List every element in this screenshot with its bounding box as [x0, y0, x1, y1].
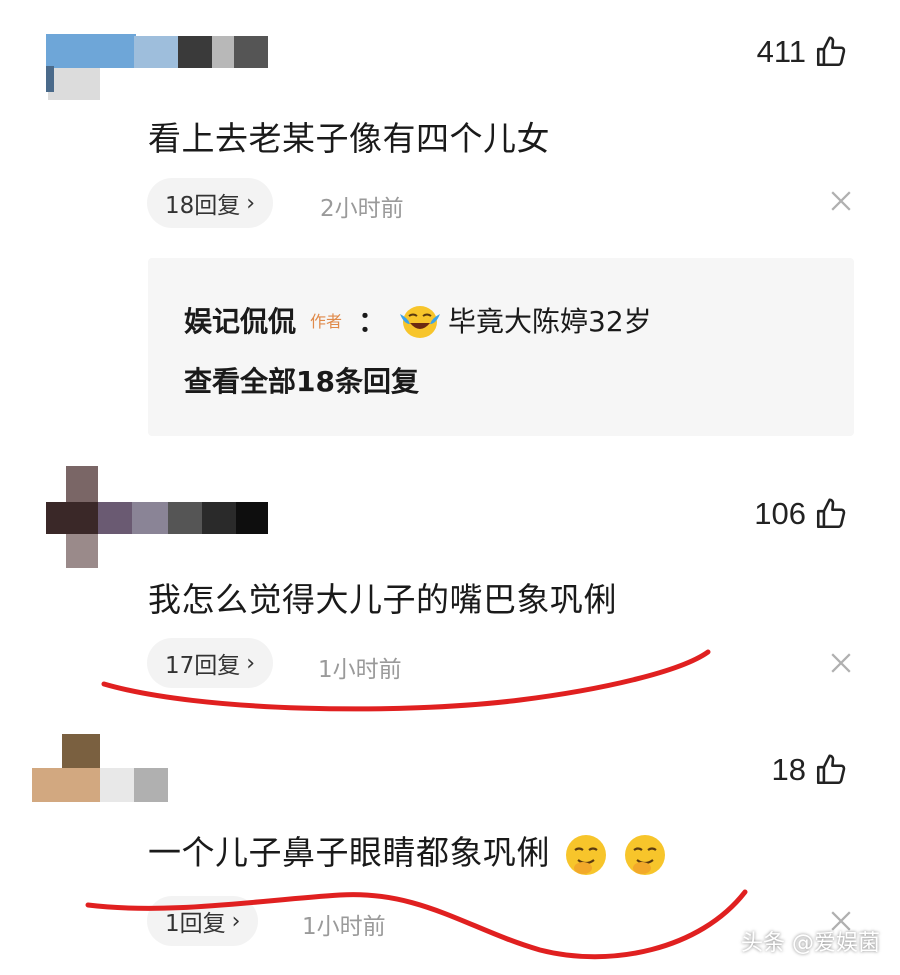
reply-text: 毕竟大陈婷32岁 [448, 305, 652, 338]
thumbs-up-icon[interactable] [814, 753, 848, 787]
like-counter[interactable]: 18 [772, 752, 848, 788]
reply-count-button[interactable]: 17回复 › [147, 638, 274, 688]
like-counter[interactable]: 411 [757, 34, 848, 70]
reply-count-label: 18回复 [165, 193, 241, 219]
view-all-replies-link[interactable]: 查看全部18条回复 [184, 360, 419, 400]
reply-colon: ： [358, 305, 387, 338]
comment-text-line: 一个儿子鼻子眼睛都象巩俐 [148, 826, 668, 878]
chevron-right-icon: › [246, 650, 256, 676]
avatar[interactable] [46, 466, 268, 568]
timestamp: 2小时前 [320, 196, 404, 222]
smirk-emoji-icon [566, 834, 606, 875]
avatar[interactable] [46, 30, 271, 100]
chevron-right-icon: › [246, 190, 256, 216]
timestamp: 1小时前 [302, 914, 386, 940]
comment-text: 看上去老某子像有四个儿女 [148, 119, 550, 158]
reply-count-label: 1回复 [165, 911, 226, 937]
comment-text: 一个儿子鼻子眼睛都象巩俐 [148, 833, 550, 872]
like-count: 106 [754, 496, 806, 531]
reply-count-button[interactable]: 18回复 › [147, 178, 274, 228]
reply-preview-box[interactable]: 娱记侃侃 作者 ： 毕竟大陈婷32岁 查看全部18条回复 [148, 258, 854, 436]
chevron-right-icon: › [231, 908, 241, 934]
reply-count-label: 17回复 [165, 653, 241, 679]
close-icon[interactable] [830, 190, 852, 212]
avatar[interactable] [32, 734, 168, 802]
reply-preview-line: 娱记侃侃 作者 ： 毕竟大陈婷32岁 [184, 300, 652, 340]
comment-text: 我怎么觉得大儿子的嘴巴象巩俐 [148, 580, 617, 619]
smirk-emoji-icon [625, 834, 665, 875]
thumbs-up-icon[interactable] [814, 35, 848, 69]
thumbs-up-icon[interactable] [814, 497, 848, 531]
author-badge: 作者 [310, 312, 343, 331]
like-count: 18 [771, 752, 806, 787]
like-count: 411 [756, 34, 806, 69]
crying-laughing-emoji-icon [400, 306, 441, 338]
close-icon[interactable] [830, 652, 852, 674]
reply-count-button[interactable]: 1回复 › [147, 896, 259, 946]
like-counter[interactable]: 106 [754, 496, 848, 532]
timestamp: 1小时前 [318, 657, 402, 683]
reply-author[interactable]: 娱记侃侃 [184, 300, 296, 340]
watermark: 头条 @爱娱菌 [741, 931, 880, 956]
